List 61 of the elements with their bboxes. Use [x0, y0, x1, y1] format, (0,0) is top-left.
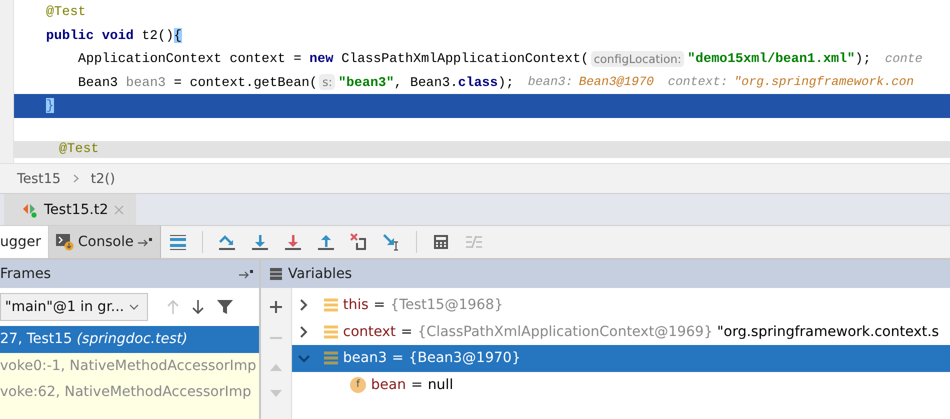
annotation: @Test: [46, 4, 86, 20]
string-literal: "demo15xml/bean1.xml": [687, 51, 855, 66]
stack-icon: [324, 351, 338, 366]
inline-debug-value: Bean3@1970: [578, 75, 654, 90]
breadcrumb[interactable]: t2(): [90, 170, 116, 186]
field-icon: f: [350, 376, 366, 393]
variable-row[interactable]: this = {Test15@1968}: [292, 292, 950, 318]
code-text: );: [498, 74, 514, 90]
console-icon: [56, 233, 74, 251]
down-arrow-icon[interactable]: [250, 233, 269, 251]
variable-name: bean3: [126, 74, 166, 90]
pin-icon: [239, 269, 253, 279]
annotation: @Test: [59, 140, 99, 156]
pin-icon: [138, 237, 152, 247]
plus-icon[interactable]: [269, 300, 283, 314]
keyword: class: [458, 74, 498, 90]
curved-arrow-icon[interactable]: [218, 233, 236, 251]
chevron-right-icon: [72, 174, 79, 183]
down-arrow-icon[interactable]: [284, 233, 302, 251]
code-text: ApplicationContext context =: [78, 51, 302, 66]
code-text: t2(): [140, 28, 174, 43]
variable-row[interactable]: context = {ClassPathXmlApplicationContext@1969} "org.springframework.context.s: [292, 318, 950, 345]
keyword: public void: [46, 28, 134, 43]
stack-icon: [324, 324, 338, 339]
variable-row[interactable]: f bean = null: [292, 372, 950, 398]
debugger-tab[interactable]: ugger: [0, 226, 50, 258]
code-text: Bean3: [78, 74, 119, 90]
code-text: ClassPathXmlApplicationContext(: [340, 51, 589, 66]
brace: {: [174, 28, 182, 43]
calculator-icon[interactable]: [432, 233, 450, 251]
stack-frame[interactable]: 27, Test15 (springdoc.test): [0, 326, 259, 352]
variable-row[interactable]: bean3 = {Bean3@1970}: [292, 345, 950, 372]
lines-icon[interactable]: [168, 233, 187, 251]
parameter-hint: s:: [319, 74, 336, 90]
cross-square-icon[interactable]: [350, 233, 368, 251]
chevron-down-icon: [129, 304, 139, 310]
inline-debug-label: bean3:: [528, 75, 573, 90]
code-text: , Bean3.: [394, 74, 458, 90]
brace: }: [46, 98, 54, 114]
string-literal: "bean3": [338, 74, 394, 90]
up-arrow-icon[interactable]: [316, 233, 335, 251]
breadcrumb[interactable]: Test15: [17, 170, 61, 186]
inline-debug-label: conte: [884, 52, 922, 66]
code-text: );: [855, 51, 871, 66]
close-icon: [114, 204, 124, 214]
frames-header: Frames: [0, 260, 259, 288]
keyword: new: [309, 51, 334, 66]
filter-icon[interactable]: [217, 299, 233, 315]
inline-debug-label: context:: [668, 75, 728, 90]
inline-debug-value: "org.springframework.con: [734, 75, 914, 90]
parameter-hint: configLocation:: [590, 50, 684, 67]
code-text: = context.getBean(: [172, 74, 318, 90]
down-arrow-icon[interactable]: [192, 299, 204, 315]
run-debug-icon: [22, 202, 38, 218]
variables-header: Variables: [261, 260, 950, 288]
list-icon: [270, 268, 282, 280]
stack-icon: [324, 298, 338, 312]
run-tab[interactable]: Test15.t2: [4, 194, 136, 225]
cursor-arrow-icon[interactable]: [382, 233, 401, 251]
thread-dropdown[interactable]: "main"@1 in gr...: [0, 293, 148, 321]
debugger-tab[interactable]: Console: [49, 226, 161, 258]
